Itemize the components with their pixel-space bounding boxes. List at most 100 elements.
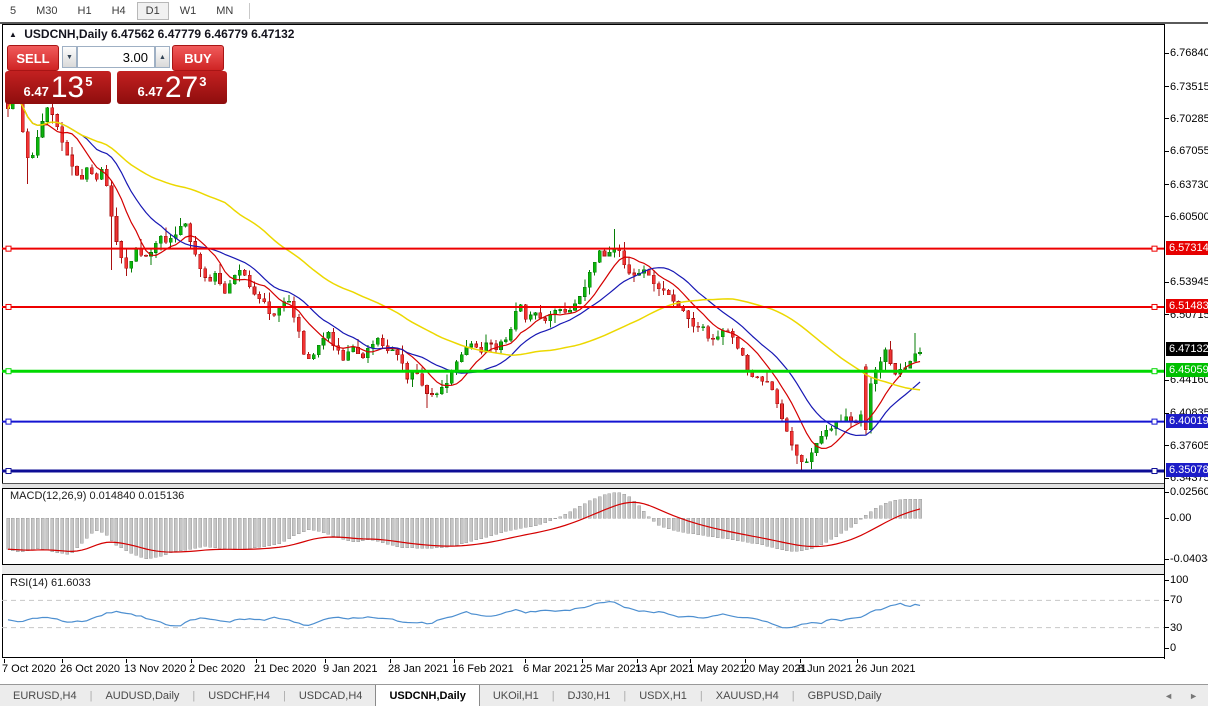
date-tick-label: 28 Jan 2021: [388, 663, 449, 675]
volume-down-button[interactable]: ▼: [62, 46, 77, 68]
chart-tab-usdx-h1[interactable]: USDX,H1: [626, 685, 700, 706]
sell-button[interactable]: SELL: [7, 45, 59, 71]
rsi-indicator-chart[interactable]: [2, 574, 1164, 658]
price-tick-label: 6.70285: [1170, 113, 1208, 125]
price-tick-label: 6.63730: [1170, 179, 1208, 191]
date-tick-label: 16 Feb 2021: [452, 663, 514, 675]
volume-up-button[interactable]: ▲: [155, 46, 170, 68]
one-click-trade-panel: SELL ▼ ▲ BUY 6.47 13 5 6.47 27 3: [5, 44, 227, 104]
chevron-down-icon: ▼: [66, 54, 73, 61]
price-tick: [1165, 445, 1169, 446]
price-tick-label: 6.73515: [1170, 81, 1208, 93]
price-tick-label: 6.67055: [1170, 145, 1208, 157]
price-tick-label: 6.60500: [1170, 211, 1208, 223]
macd-label: MACD(12,26,9) 0.014840 0.015136: [10, 490, 184, 502]
tab-scroll-left-icon[interactable]: ◄: [1164, 691, 1173, 701]
chevron-up-icon: ▲: [159, 54, 166, 61]
macd-tick: [1165, 492, 1169, 493]
date-tick-label: 26 Oct 2020: [60, 663, 120, 675]
price-tick: [1165, 282, 1169, 283]
timeframe-button-d1[interactable]: D1: [137, 2, 169, 20]
sell-price-sup: 5: [85, 74, 92, 89]
price-tick: [1165, 314, 1169, 315]
chart-tab-xauusd-h4[interactable]: XAUUSD,H4: [703, 685, 792, 706]
rsi-tick: [1165, 580, 1169, 581]
chart-tab-ukoil-h1[interactable]: UKOil,H1: [480, 685, 552, 706]
price-line-badge: 6.51483: [1166, 299, 1208, 313]
chart-tab-eurusd-h4[interactable]: EURUSD,H4: [0, 685, 90, 706]
timeframe-button-h1[interactable]: H1: [69, 2, 101, 20]
chart-title: ▲ USDCNH,Daily 6.47562 6.47779 6.46779 6…: [9, 27, 294, 41]
rsi-label: RSI(14) 61.6033: [10, 577, 91, 589]
rsi-tick-label: 30: [1170, 622, 1182, 634]
macd-tick-label: -0.040386: [1170, 553, 1208, 565]
price-tick: [1165, 53, 1169, 54]
date-tick-label: 26 Jun 2021: [855, 663, 916, 675]
date-tick-label: 25 Mar 2021: [580, 663, 642, 675]
chart-tab-bar: EURUSD,H4|AUDUSD,Daily|USDCHF,H4|USDCAD,…: [0, 684, 1208, 706]
price-tick: [1165, 151, 1169, 152]
timeframe-button-h4[interactable]: H4: [103, 2, 135, 20]
price-line-badge: 6.40019: [1166, 414, 1208, 428]
price-tick: [1165, 86, 1169, 87]
macd-tick: [1165, 518, 1169, 519]
volume-input[interactable]: [77, 46, 155, 68]
rsi-tick-label: 70: [1170, 594, 1182, 606]
chart-tab-usdcnh-daily[interactable]: USDCNH,Daily: [375, 685, 479, 706]
sell-price-button[interactable]: 6.47 13 5: [5, 71, 111, 104]
price-line-badge: 6.57314: [1166, 241, 1208, 255]
timeframe-toolbar: 5M30H1H4D1W1MN: [0, 0, 1208, 24]
price-tick: [1165, 380, 1169, 381]
timeframe-button-w1[interactable]: W1: [171, 2, 206, 20]
price-line-badge: 6.35078: [1166, 463, 1208, 477]
chart-symbol-label: USDCNH,Daily: [24, 27, 107, 41]
timeframe-button-5[interactable]: 5: [1, 2, 25, 20]
price-tick: [1165, 216, 1169, 217]
price-tick: [1165, 478, 1169, 479]
rsi-tick-label: 0: [1170, 642, 1176, 654]
collapse-trade-panel-icon[interactable]: ▲: [9, 30, 17, 39]
date-tick-label: 21 Dec 2020: [254, 663, 316, 675]
chart-tab-gbpusd-daily[interactable]: GBPUSD,Daily: [795, 685, 895, 706]
buy-price-button[interactable]: 6.47 27 3: [117, 71, 227, 104]
price-tick-label: 6.53945: [1170, 276, 1208, 288]
price-line-badge: 6.45059: [1166, 363, 1208, 377]
rsi-tick: [1165, 648, 1169, 649]
rsi-tick-label: 100: [1170, 574, 1188, 586]
chart-tab-dj30-h1[interactable]: DJ30,H1: [555, 685, 624, 706]
tab-scroll-arrows: ◄ ►: [1164, 685, 1208, 706]
timeframe-button-mn[interactable]: MN: [207, 2, 242, 20]
macd-tick: [1165, 559, 1169, 560]
sell-price-big: 13: [51, 74, 84, 102]
mt4-terminal: { "toolbar": { "timeframes": ["5", "M30"…: [0, 0, 1208, 706]
date-tick-label: 9 Jan 2021: [323, 663, 377, 675]
price-tick: [1165, 184, 1169, 185]
date-tick-label: 8 Jun 2021: [798, 663, 852, 675]
macd-tick-label: 0.00: [1170, 512, 1191, 524]
buy-price-prefix: 6.47: [138, 82, 163, 102]
macd-tick-label: 0.025609: [1170, 486, 1208, 498]
timeframe-button-m30[interactable]: M30: [27, 2, 66, 20]
date-tick-label: 7 Oct 2020: [2, 663, 56, 675]
chart-tab-usdcad-h4[interactable]: USDCAD,H4: [286, 685, 376, 706]
price-tick-label: 6.76840: [1170, 47, 1208, 59]
sell-price-prefix: 6.47: [24, 82, 49, 102]
chart-tab-usdchf-h4[interactable]: USDCHF,H4: [195, 685, 283, 706]
date-tick-label: 13 Nov 2020: [124, 663, 186, 675]
date-tick-label: 2 Dec 2020: [189, 663, 245, 675]
rsi-tick: [1165, 600, 1169, 601]
date-tick-label: 1 May 2021: [688, 663, 745, 675]
buy-button[interactable]: BUY: [172, 45, 224, 71]
buy-price-sup: 3: [199, 74, 206, 89]
rsi-tick: [1165, 627, 1169, 628]
date-tick-label: 6 Mar 2021: [523, 663, 579, 675]
panel-splitter[interactable]: [2, 565, 1164, 574]
chart-tab-audusd-daily[interactable]: AUDUSD,Daily: [92, 685, 192, 706]
price-tick-label: 6.37605: [1170, 440, 1208, 452]
tab-scroll-right-icon[interactable]: ►: [1189, 691, 1198, 701]
chart-ohlc-values: 6.47562 6.47779 6.46779 6.47132: [111, 27, 295, 41]
date-tick-label: 13 Apr 2021: [635, 663, 694, 675]
price-line-badge: 6.47132: [1166, 342, 1208, 356]
toolbar-separator: [249, 3, 250, 19]
buy-price-big: 27: [165, 74, 198, 102]
